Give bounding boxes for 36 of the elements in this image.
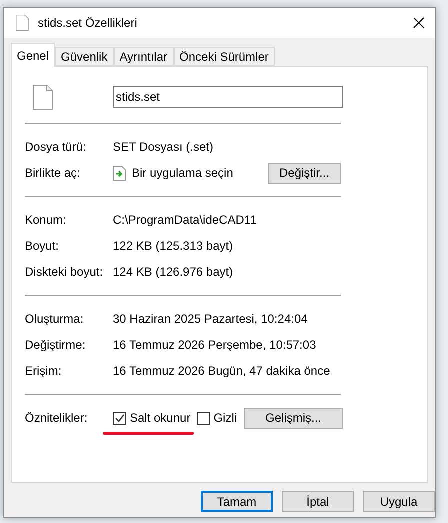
field-value: 124 KB (126.976 bayt) (113, 264, 234, 281)
field-label: Konum: (25, 212, 68, 229)
dialog-button[interactable]: Uygula (363, 491, 435, 512)
field-label: Dosya türü: (25, 139, 88, 156)
attributes-label: Öznitelikler: (25, 410, 89, 427)
checkbox[interactable] (196, 412, 210, 424)
field-value: SET Dosyası (.set) (113, 139, 214, 156)
field-value: 16 Temmuz 2026 Bugün, 47 dakika önce (113, 363, 330, 380)
app-icon (113, 166, 126, 180)
checkbox-label: Salt okunur (130, 410, 191, 427)
field-value: 16 Temmuz 2026 Perşembe, 10:57:03 (113, 337, 316, 354)
field-label: Birlikte aç: (25, 165, 82, 182)
checkbox-label: Gizli (214, 410, 238, 427)
checkbox[interactable] (113, 412, 126, 424)
change-button[interactable]: Değiştir... (268, 162, 341, 184)
field-label: Oluşturma: (25, 311, 85, 328)
field-label: Erişim: (25, 363, 63, 380)
close-icon[interactable] (413, 17, 425, 29)
field-label: Boyut: (25, 238, 60, 255)
field-value: Bir uygulama seçin (132, 165, 234, 182)
field-value: C:\ProgramData\ideCAD11 (113, 212, 257, 229)
tab[interactable]: Önceki Sürümler (174, 47, 275, 66)
file-icon (16, 15, 29, 31)
advanced-button[interactable]: Gelişmiş... (244, 408, 344, 428)
dialog-button[interactable]: Tamam (201, 491, 273, 512)
dialog-button[interactable]: İptal (282, 491, 354, 512)
window-title: stids.set Özellikleri (38, 15, 138, 32)
name-field[interactable]: stids.set (113, 86, 343, 108)
field-value: 30 Haziran 2025 Pazartesi, 10:24:04 (113, 311, 308, 328)
tab[interactable]: Genel (11, 43, 56, 67)
field-value: 122 KB (125.313 bayt) (113, 238, 234, 255)
tab[interactable]: Ayrıntılar (114, 47, 174, 66)
tab[interactable]: Güvenlik (55, 47, 114, 66)
file-icon (33, 84, 53, 110)
field-label: Diskteki boyut: (25, 264, 104, 281)
field-label: Değiştirme: (25, 337, 87, 354)
